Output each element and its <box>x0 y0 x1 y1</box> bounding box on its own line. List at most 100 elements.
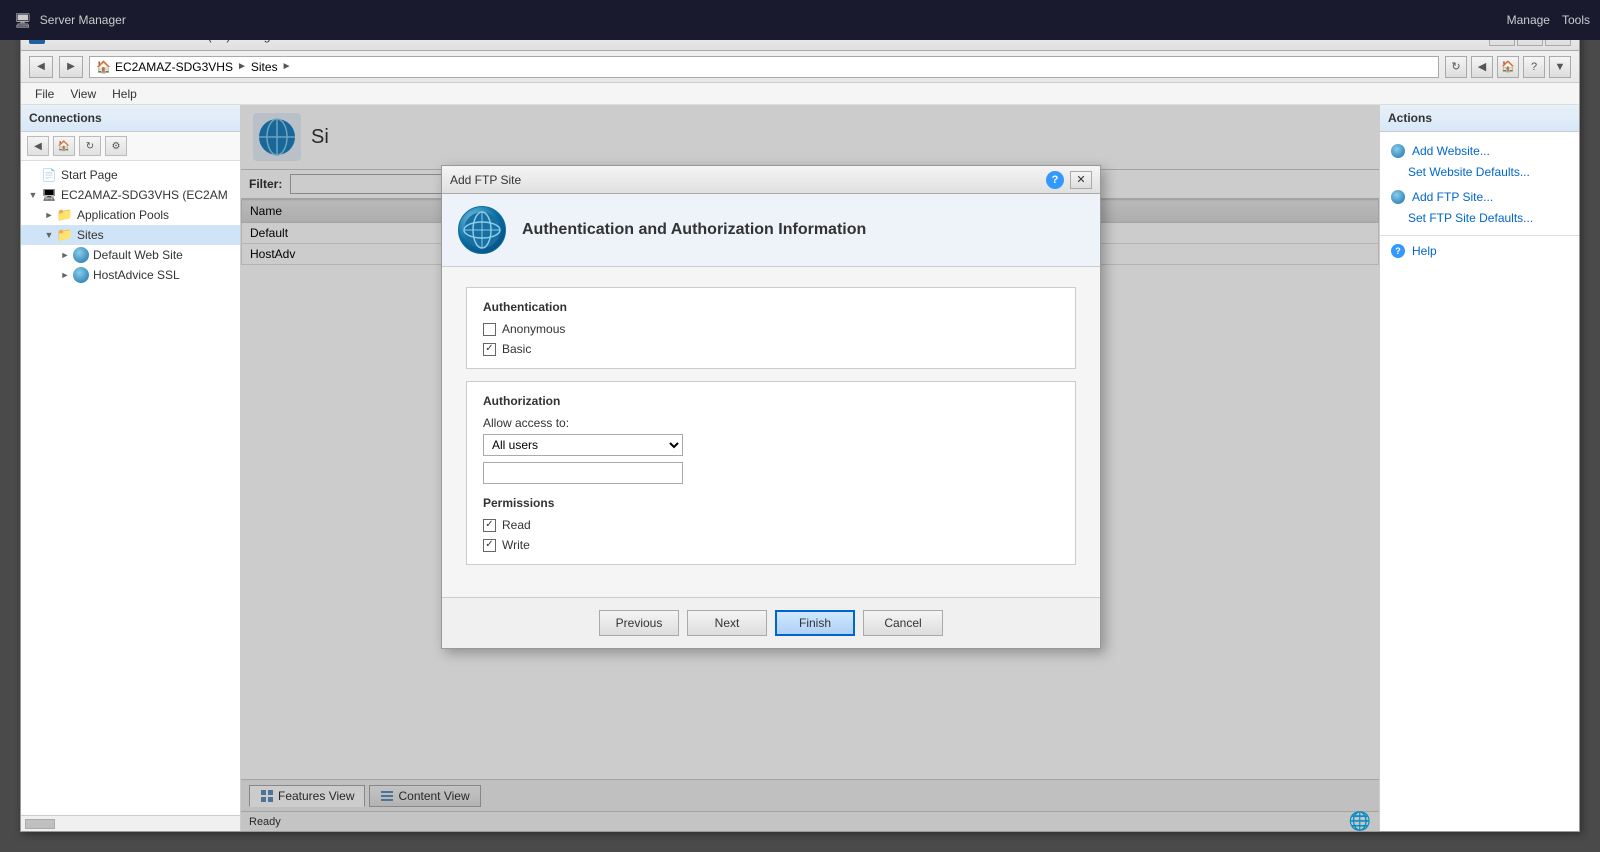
home-icon-button[interactable]: 🏠 <box>1497 56 1519 78</box>
allow-access-select-wrapper: All users Anonymous users Specified role… <box>483 434 683 456</box>
sidebar-refresh-btn[interactable]: ↻ <box>79 136 101 156</box>
toggle-apppools: ► <box>41 210 57 220</box>
toggle-sites: ▼ <box>41 230 57 240</box>
startpage-label: Start Page <box>61 168 118 182</box>
allow-access-label: Allow access to: <box>483 416 1059 430</box>
tree-item-hostadvice[interactable]: ► HostAdvice SSL <box>21 265 240 285</box>
path-part-2: Sites <box>251 60 278 74</box>
defaultwebsite-icon <box>73 247 89 263</box>
help-icon-button[interactable]: ? <box>1523 56 1545 78</box>
modal-body: Authentication Anonymous ✓ <box>442 267 1100 597</box>
forward-button[interactable]: ▶ <box>59 56 83 78</box>
authentication-title: Authentication <box>483 300 1059 314</box>
server-label: EC2AMAZ-SDG3VHS (EC2AM <box>61 188 228 202</box>
authorization-text-input[interactable] <box>483 462 683 484</box>
dialog-help-icon[interactable]: ? <box>1046 171 1064 189</box>
sites-icon: 📁 <box>57 227 73 243</box>
write-row: ✓ Write <box>483 538 1059 552</box>
modal-close-button[interactable]: ✕ <box>1070 171 1092 189</box>
address-bar: ◀ ▶ 🏠 EC2AMAZ-SDG3VHS ► Sites ► ↻ ◀ 🏠 ? … <box>21 51 1579 83</box>
modal-title-controls: ✕ <box>1070 171 1092 189</box>
menu-file[interactable]: File <box>27 85 62 103</box>
toggle-hostadvice: ► <box>57 270 73 280</box>
main-content: Connections ◀ 🏠 ↻ ⚙ 📄 Start Page ▼ 🖥 E <box>21 105 1579 831</box>
tree-item-apppools[interactable]: ► 📁 Application Pools <box>21 205 240 225</box>
hostadvice-label: HostAdvice SSL <box>93 268 180 282</box>
action-add-ftp[interactable]: Add FTP Site... <box>1380 186 1579 208</box>
path-part-1: EC2AMAZ-SDG3VHS <box>115 60 233 74</box>
allow-access-select[interactable]: All users Anonymous users Specified role… <box>483 434 683 456</box>
anonymous-checkbox[interactable] <box>483 323 496 336</box>
tree-item-defaultwebsite[interactable]: ► Default Web Site <box>21 245 240 265</box>
tree-item-startpage[interactable]: 📄 Start Page <box>21 165 240 185</box>
modal-globe-icon <box>458 206 506 254</box>
tools-label[interactable]: Tools <box>1562 13 1590 27</box>
finish-button[interactable]: Finish <box>775 610 855 636</box>
action-add-website[interactable]: Add Website... <box>1380 140 1579 162</box>
permissions-title: Permissions <box>483 496 1059 510</box>
dropdown-button[interactable]: ▼ <box>1549 56 1571 78</box>
tree-item-sites[interactable]: ▼ 📁 Sites <box>21 225 240 245</box>
previous-button[interactable]: Previous <box>599 610 679 636</box>
basic-row: ✓ Basic <box>483 342 1059 356</box>
manage-label[interactable]: Manage <box>1507 13 1550 27</box>
add-website-icon <box>1390 143 1406 159</box>
center-panel: Si Filter: ✕ ▶ Name <box>241 105 1379 831</box>
action-ftp-defaults[interactable]: Set FTP Site Defaults... <box>1380 208 1579 228</box>
ftp-defaults-link[interactable]: Set FTP Site Defaults... <box>1408 211 1533 225</box>
sidebar-toolbar: ◀ 🏠 ↻ ⚙ <box>21 132 240 161</box>
modal-title-text: Add FTP Site <box>450 173 1046 187</box>
hostadvice-icon <box>73 267 89 283</box>
action-help[interactable]: ? Help <box>1380 240 1579 262</box>
basic-checkbox[interactable]: ✓ <box>483 343 496 356</box>
apppools-icon: 📁 <box>57 207 73 223</box>
menu-help[interactable]: Help <box>104 85 145 103</box>
authentication-section: Authentication Anonymous ✓ <box>466 287 1076 369</box>
cancel-button[interactable]: Cancel <box>863 610 943 636</box>
taskbar-right: Manage Tools <box>1507 13 1590 27</box>
refresh-button[interactable]: ↻ <box>1445 56 1467 78</box>
website-defaults-link[interactable]: Set Website Defaults... <box>1408 165 1530 179</box>
read-row: ✓ Read <box>483 518 1059 532</box>
add-website-link[interactable]: Add Website... <box>1412 144 1490 158</box>
outer-taskbar: 🖥 Server Manager Manage Tools <box>0 0 1600 40</box>
authorization-title: Authorization <box>483 394 1059 408</box>
write-checkbox[interactable]: ✓ <box>483 539 496 552</box>
path-sep-2: ► <box>282 61 292 72</box>
modal-header-title: Authentication and Authorization Informa… <box>522 221 866 239</box>
address-path: 🏠 EC2AMAZ-SDG3VHS ► Sites ► <box>89 56 1439 78</box>
back-icon-button[interactable]: ◀ <box>1471 56 1493 78</box>
action-website-defaults[interactable]: Set Website Defaults... <box>1380 162 1579 182</box>
menu-bar: File View Help <box>21 83 1579 105</box>
sidebar-home-btn[interactable]: 🏠 <box>53 136 75 156</box>
back-button[interactable]: ◀ <box>29 56 53 78</box>
read-label: Read <box>502 518 531 532</box>
help-link[interactable]: Help <box>1412 244 1437 258</box>
sidebar: Connections ◀ 🏠 ↻ ⚙ 📄 Start Page ▼ 🖥 E <box>21 105 241 831</box>
anonymous-label: Anonymous <box>502 322 565 336</box>
right-panel: Actions Add Website... Set Website Defau… <box>1379 105 1579 831</box>
actions-list: Add Website... Set Website Defaults... A… <box>1380 132 1579 270</box>
read-checkbox[interactable]: ✓ <box>483 519 496 532</box>
toggle-defaultwebsite: ► <box>57 250 73 260</box>
sidebar-tree: 📄 Start Page ▼ 🖥 EC2AMAZ-SDG3VHS (EC2AM … <box>21 161 240 815</box>
basic-label: Basic <box>502 342 531 356</box>
startpage-icon: 📄 <box>41 167 57 183</box>
modal-title-bar: Add FTP Site ? ✕ <box>442 166 1100 194</box>
tree-item-server[interactable]: ▼ 🖥 EC2AMAZ-SDG3VHS (EC2AM <box>21 185 240 205</box>
iis-window: IIS Internet Information Services (IIS) … <box>20 20 1580 832</box>
path-sep-1: ► <box>237 61 247 72</box>
menu-view[interactable]: View <box>62 85 104 103</box>
sidebar-back-btn[interactable]: ◀ <box>27 136 49 156</box>
sites-label: Sites <box>77 228 104 242</box>
defaultwebsite-label: Default Web Site <box>93 248 183 262</box>
authorization-section: Authorization Allow access to: All users… <box>466 381 1076 565</box>
add-ftp-link[interactable]: Add FTP Site... <box>1412 190 1493 204</box>
add-ftp-icon <box>1390 189 1406 205</box>
taskbar-app-label: 🖥 Server Manager <box>14 12 126 29</box>
actions-header: Actions <box>1380 105 1579 132</box>
next-button[interactable]: Next <box>687 610 767 636</box>
sidebar-config-btn[interactable]: ⚙ <box>105 136 127 156</box>
allow-access-section: Allow access to: All users Anonymous use… <box>483 416 1059 484</box>
modal-dialog: Add FTP Site ? ✕ <box>441 165 1101 649</box>
